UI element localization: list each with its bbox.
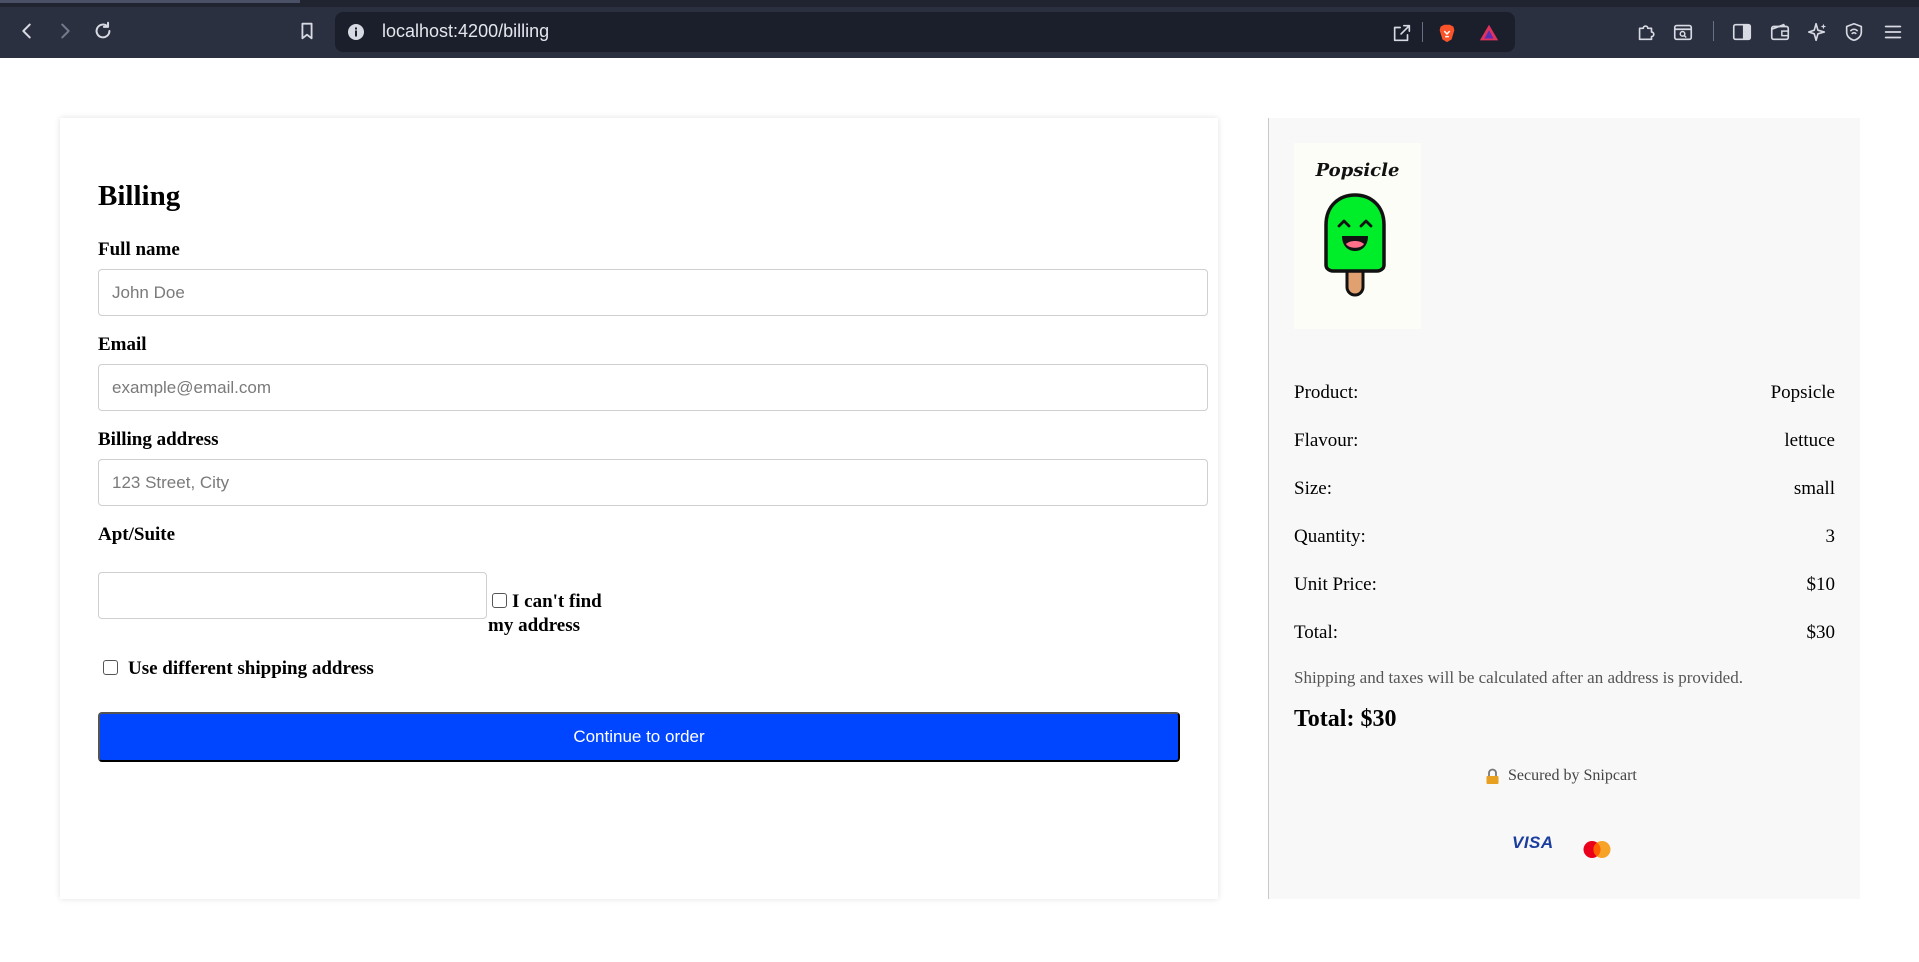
site-info-icon[interactable] [347, 23, 365, 41]
unit-price-value: $10 [1806, 574, 1836, 595]
reload-button[interactable] [88, 16, 118, 46]
full-name-label: Full name [98, 239, 180, 260]
wallet-button[interactable] [1767, 19, 1793, 45]
brave-shields-button[interactable] [1435, 21, 1459, 45]
different-shipping-checkbox[interactable] [103, 660, 118, 675]
chevron-left-icon [22, 23, 31, 39]
sparkle-icon [1807, 22, 1827, 42]
flavour-label: Flavour: [1294, 430, 1359, 451]
forward-button[interactable] [50, 16, 80, 46]
leo-ai-button[interactable] [1804, 19, 1830, 45]
shipping-note: Shipping and taxes will be calculated af… [1294, 668, 1743, 687]
full-name-input[interactable] [98, 269, 1208, 316]
extensions-button[interactable] [1633, 19, 1659, 45]
product-image: Popsicle [1294, 143, 1421, 329]
shield-icon [1845, 22, 1863, 42]
product-label: Product: [1294, 382, 1359, 403]
urlbar-separator [1422, 22, 1423, 42]
size-label: Size: [1294, 478, 1332, 499]
billing-address-label: Billing address [98, 429, 219, 450]
sidebar-icon [1732, 23, 1752, 41]
apt-suite-label: Apt/Suite [98, 524, 176, 545]
email-label: Email [98, 334, 147, 355]
active-tab-indicator [0, 0, 300, 3]
menu-button[interactable] [1880, 19, 1906, 45]
apt-suite-input[interactable] [98, 572, 487, 619]
hamburger-menu-icon [1884, 25, 1902, 39]
reload-icon [95, 21, 111, 39]
email-input[interactable] [98, 364, 1208, 411]
page-search-button[interactable] [1670, 19, 1696, 45]
puzzle-icon [1638, 25, 1655, 41]
brave-lion-icon [1439, 24, 1455, 43]
cant-find-address-text: I can't find my address [488, 591, 602, 636]
bookmark-icon [301, 22, 313, 40]
share-icon [1393, 24, 1411, 42]
unit-price-label: Unit Price: [1294, 574, 1377, 595]
secured-text: Secured by Snipcart [1508, 767, 1637, 784]
different-shipping-label: Use different shipping address [128, 658, 374, 679]
billing-address-input[interactable] [98, 459, 1208, 506]
toolbar-separator [1713, 21, 1714, 41]
total-label: Total: [1294, 622, 1339, 643]
cant-find-address-label: I can't find my address [488, 590, 628, 638]
sidebar-button[interactable] [1729, 19, 1755, 45]
billing-title: Billing [98, 180, 181, 212]
visa-logo: VISA [1512, 833, 1554, 852]
address-bar[interactable]: localhost:4200/billing [335, 12, 1515, 52]
billing-form-card: Billing Full name Email Billing address … [60, 118, 1218, 899]
total-value: $30 [1806, 622, 1836, 643]
wallet-icon [1770, 23, 1790, 41]
url-text[interactable]: localhost:4200/billing [382, 21, 549, 42]
back-button[interactable] [12, 16, 42, 46]
chevron-right-icon [61, 23, 70, 39]
mastercard-icon [1583, 841, 1611, 858]
quantity-label: Quantity: [1294, 526, 1366, 547]
grand-total: Total: $30 [1294, 706, 1397, 732]
share-button[interactable] [1390, 21, 1414, 45]
popsicle-icon [1324, 193, 1386, 297]
quantity-value: 3 [1825, 526, 1836, 547]
secured-by-badge: Secured by Snipcart [1485, 767, 1637, 785]
size-value: small [1793, 478, 1835, 499]
window-search-icon [1673, 24, 1693, 41]
order-summary-panel: Popsicle Product: Popsicle Flavour: lett… [1268, 118, 1860, 899]
bookmark-button[interactable] [292, 16, 322, 46]
vpn-button[interactable] [1841, 19, 1867, 45]
lock-icon [1486, 768, 1499, 784]
product-value: Popsicle [1770, 382, 1835, 403]
flavour-value: lettuce [1784, 430, 1835, 451]
browser-toolbar: localhost:4200/billing [0, 0, 1919, 58]
rewards-triangle-icon [1479, 24, 1499, 41]
product-brand-text: Popsicle [1315, 160, 1400, 181]
continue-to-order-button[interactable]: Continue to order [98, 712, 1180, 762]
brave-rewards-button[interactable] [1477, 21, 1501, 45]
